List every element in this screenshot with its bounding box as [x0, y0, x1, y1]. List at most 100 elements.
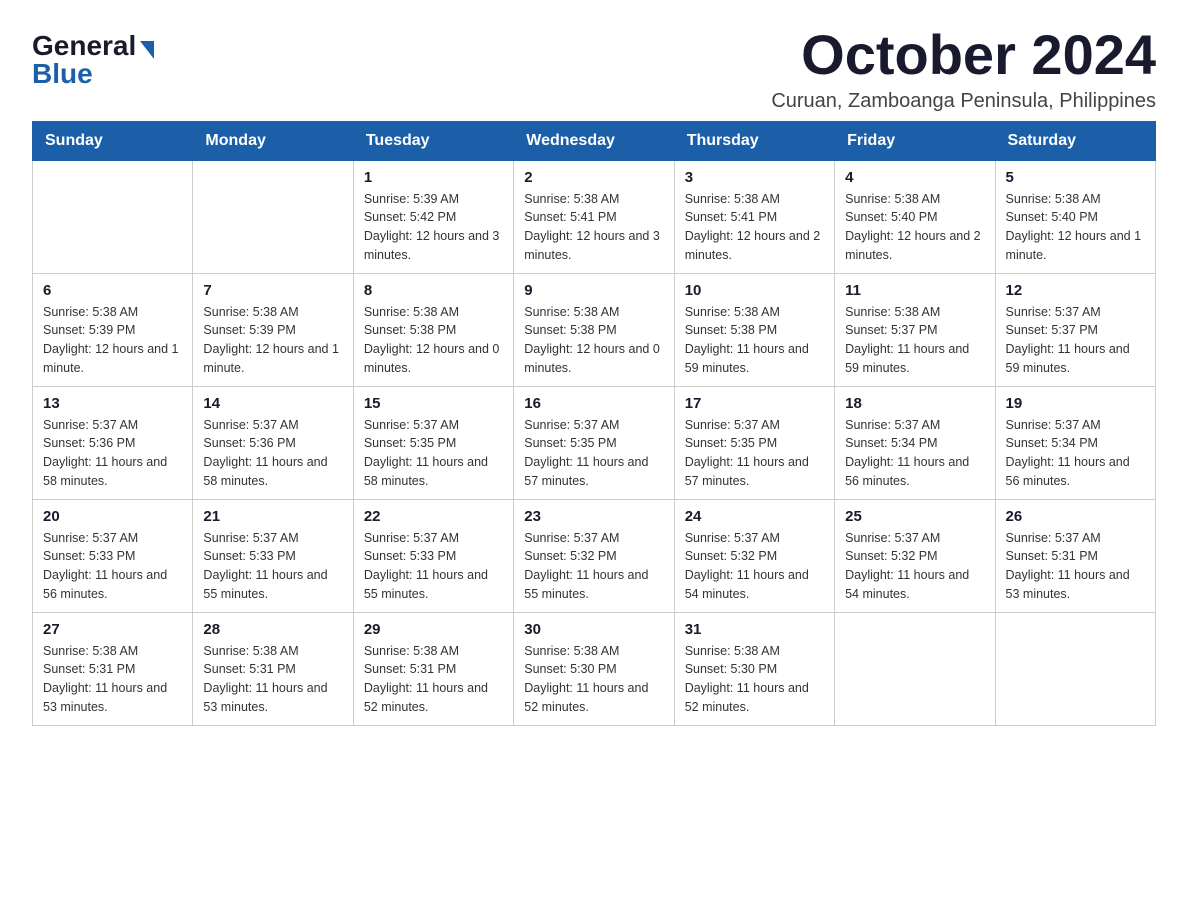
day-cell: 2Sunrise: 5:38 AMSunset: 5:41 PMDaylight…	[514, 160, 674, 273]
week-row-5: 27Sunrise: 5:38 AMSunset: 5:31 PMDayligh…	[33, 612, 1156, 725]
sunset-text: Sunset: 5:33 PM	[43, 547, 182, 566]
sunrise-text: Sunrise: 5:37 AM	[845, 416, 984, 435]
daylight-text: Daylight: 11 hours and 58 minutes.	[43, 453, 182, 491]
sunrise-text: Sunrise: 5:37 AM	[685, 529, 824, 548]
day-cell: 30Sunrise: 5:38 AMSunset: 5:30 PMDayligh…	[514, 612, 674, 725]
day-info: Sunrise: 5:38 AMSunset: 5:38 PMDaylight:…	[524, 303, 663, 378]
sunset-text: Sunset: 5:30 PM	[685, 660, 824, 679]
day-number: 2	[524, 169, 663, 186]
day-number: 11	[845, 282, 984, 299]
day-info: Sunrise: 5:38 AMSunset: 5:40 PMDaylight:…	[1006, 190, 1145, 265]
sunrise-text: Sunrise: 5:38 AM	[685, 642, 824, 661]
logo-arrow-icon	[140, 41, 154, 59]
day-info: Sunrise: 5:37 AMSunset: 5:35 PMDaylight:…	[364, 416, 503, 491]
day-number: 13	[43, 395, 182, 412]
sunrise-text: Sunrise: 5:37 AM	[43, 529, 182, 548]
day-cell: 25Sunrise: 5:37 AMSunset: 5:32 PMDayligh…	[835, 499, 995, 612]
day-cell: 11 Sunrise: 5:38 AMSunset: 5:37 PMDayligh…	[835, 273, 995, 386]
day-number: 8	[364, 282, 503, 299]
day-cell: 7 Sunrise: 5:38 AMSunset: 5:39 PMDaylight…	[193, 273, 353, 386]
title-block: October 2024 Curuan, Zamboanga Peninsula…	[771, 24, 1156, 113]
sunrise-text: Sunrise: 5:37 AM	[364, 529, 503, 548]
day-cell: 16 Sunrise: 5:37 AMSunset: 5:35 PMDayligh…	[514, 386, 674, 499]
sunrise-text: Sunrise: 5:37 AM	[845, 529, 984, 548]
day-info: Sunrise: 5:38 AMSunset: 5:39 PMDaylight:…	[203, 303, 342, 378]
sunset-text: Sunset: 5:38 PM	[524, 321, 663, 340]
sunset-text: Sunset: 5:35 PM	[685, 434, 824, 453]
sunset-text: Sunset: 5:31 PM	[203, 660, 342, 679]
sunset-text: Sunset: 5:40 PM	[1006, 208, 1145, 227]
day-number: 12	[1006, 282, 1145, 299]
day-number: 28	[203, 621, 342, 638]
day-info: Sunrise: 5:38 AMSunset: 5:37 PMDaylight:…	[845, 303, 984, 378]
daylight-text: Daylight: 12 hours and 1 minute.	[43, 340, 182, 378]
daylight-text: Daylight: 11 hours and 53 minutes.	[203, 679, 342, 717]
daylight-text: Daylight: 11 hours and 57 minutes.	[524, 453, 663, 491]
day-number: 22	[364, 508, 503, 525]
day-info: Sunrise: 5:37 AMSunset: 5:33 PMDaylight:…	[203, 529, 342, 604]
day-info: Sunrise: 5:37 AMSunset: 5:35 PMDaylight:…	[524, 416, 663, 491]
sunset-text: Sunset: 5:41 PM	[524, 208, 663, 227]
sunrise-text: Sunrise: 5:37 AM	[1006, 529, 1145, 548]
daylight-text: Daylight: 11 hours and 58 minutes.	[203, 453, 342, 491]
sunrise-text: Sunrise: 5:37 AM	[1006, 303, 1145, 322]
day-cell: 27Sunrise: 5:38 AMSunset: 5:31 PMDayligh…	[33, 612, 193, 725]
day-number: 16	[524, 395, 663, 412]
day-cell	[995, 612, 1155, 725]
day-info: Sunrise: 5:37 AMSunset: 5:32 PMDaylight:…	[845, 529, 984, 604]
day-cell: 31Sunrise: 5:38 AMSunset: 5:30 PMDayligh…	[674, 612, 834, 725]
sunrise-text: Sunrise: 5:38 AM	[685, 190, 824, 209]
daylight-text: Daylight: 11 hours and 53 minutes.	[43, 679, 182, 717]
day-cell: 5Sunrise: 5:38 AMSunset: 5:40 PMDaylight…	[995, 160, 1155, 273]
daylight-text: Daylight: 12 hours and 2 minutes.	[845, 227, 984, 265]
logo-blue-label: Blue	[32, 58, 93, 90]
daylight-text: Daylight: 11 hours and 55 minutes.	[203, 566, 342, 604]
week-row-4: 20Sunrise: 5:37 AMSunset: 5:33 PMDayligh…	[33, 499, 1156, 612]
day-number: 26	[1006, 508, 1145, 525]
daylight-text: Daylight: 11 hours and 54 minutes.	[845, 566, 984, 604]
day-number: 7	[203, 282, 342, 299]
daylight-text: Daylight: 11 hours and 59 minutes.	[1006, 340, 1145, 378]
day-number: 24	[685, 508, 824, 525]
header-cell-friday: Friday	[835, 121, 995, 160]
sunrise-text: Sunrise: 5:38 AM	[524, 642, 663, 661]
week-row-2: 6Sunrise: 5:38 AMSunset: 5:39 PMDaylight…	[33, 273, 1156, 386]
day-info: Sunrise: 5:37 AMSunset: 5:32 PMDaylight:…	[524, 529, 663, 604]
daylight-text: Daylight: 11 hours and 56 minutes.	[1006, 453, 1145, 491]
sunrise-text: Sunrise: 5:37 AM	[203, 416, 342, 435]
header-row: SundayMondayTuesdayWednesdayThursdayFrid…	[33, 121, 1156, 160]
sunrise-text: Sunrise: 5:38 AM	[685, 303, 824, 322]
week-row-1: 1 Sunrise: 5:39 AMSunset: 5:42 PMDaylight…	[33, 160, 1156, 273]
sunset-text: Sunset: 5:33 PM	[203, 547, 342, 566]
sunset-text: Sunset: 5:30 PM	[524, 660, 663, 679]
day-info: Sunrise: 5:38 AMSunset: 5:38 PMDaylight:…	[685, 303, 824, 378]
day-number: 1	[364, 169, 503, 186]
day-cell: 14Sunrise: 5:37 AMSunset: 5:36 PMDayligh…	[193, 386, 353, 499]
day-info: Sunrise: 5:39 AMSunset: 5:42 PMDaylight:…	[364, 190, 503, 265]
day-number: 18	[845, 395, 984, 412]
week-row-3: 13Sunrise: 5:37 AMSunset: 5:36 PMDayligh…	[33, 386, 1156, 499]
location-title: Curuan, Zamboanga Peninsula, Philippines	[771, 90, 1156, 113]
day-number: 4	[845, 169, 984, 186]
day-info: Sunrise: 5:38 AMSunset: 5:31 PMDaylight:…	[364, 642, 503, 717]
day-cell: 17Sunrise: 5:37 AMSunset: 5:35 PMDayligh…	[674, 386, 834, 499]
sunset-text: Sunset: 5:37 PM	[1006, 321, 1145, 340]
header-cell-wednesday: Wednesday	[514, 121, 674, 160]
day-info: Sunrise: 5:37 AMSunset: 5:32 PMDaylight:…	[685, 529, 824, 604]
day-info: Sunrise: 5:38 AMSunset: 5:38 PMDaylight:…	[364, 303, 503, 378]
sunset-text: Sunset: 5:34 PM	[845, 434, 984, 453]
header-cell-tuesday: Tuesday	[353, 121, 513, 160]
day-number: 29	[364, 621, 503, 638]
sunrise-text: Sunrise: 5:37 AM	[524, 416, 663, 435]
sunset-text: Sunset: 5:35 PM	[364, 434, 503, 453]
day-number: 15	[364, 395, 503, 412]
header-cell-sunday: Sunday	[33, 121, 193, 160]
daylight-text: Daylight: 11 hours and 52 minutes.	[685, 679, 824, 717]
daylight-text: Daylight: 12 hours and 3 minutes.	[524, 227, 663, 265]
sunrise-text: Sunrise: 5:38 AM	[1006, 190, 1145, 209]
sunrise-text: Sunrise: 5:38 AM	[203, 642, 342, 661]
header-cell-monday: Monday	[193, 121, 353, 160]
daylight-text: Daylight: 11 hours and 52 minutes.	[524, 679, 663, 717]
day-cell: 18Sunrise: 5:37 AMSunset: 5:34 PMDayligh…	[835, 386, 995, 499]
day-info: Sunrise: 5:37 AMSunset: 5:35 PMDaylight:…	[685, 416, 824, 491]
